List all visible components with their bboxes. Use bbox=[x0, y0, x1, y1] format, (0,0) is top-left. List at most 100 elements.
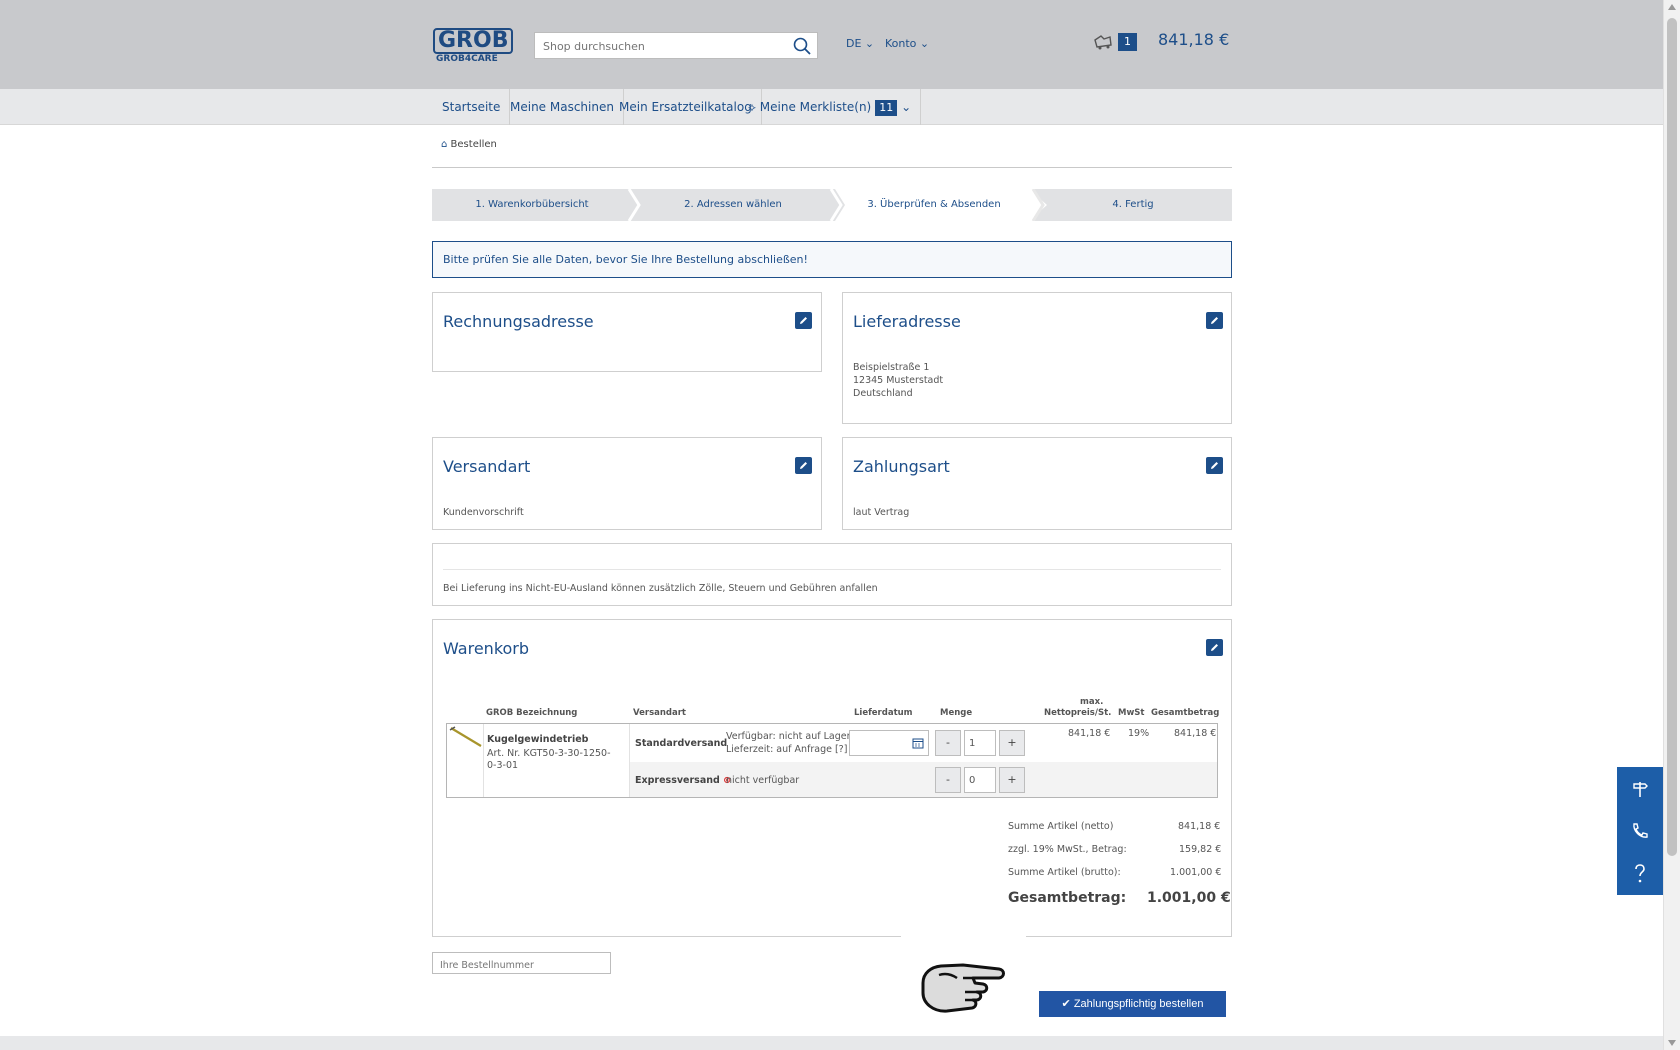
col-header-date: Lieferdatum bbox=[854, 708, 913, 718]
place-order-label: Zahlungspflichtig bestellen bbox=[1073, 998, 1204, 1010]
account-label: Konto bbox=[885, 37, 917, 50]
net-sum-value: 841,18 € bbox=[1178, 821, 1221, 832]
footer-strip bbox=[0, 1036, 1663, 1050]
step-separator bbox=[1029, 189, 1047, 221]
pencil-icon bbox=[800, 317, 807, 324]
customs-note: Bei Lieferung ins Nicht-EU-Ausland könne… bbox=[443, 583, 878, 594]
product-name[interactable]: Kugelgewindetrieb bbox=[487, 734, 588, 745]
shipping-address-title: Lieferadresse bbox=[853, 312, 961, 331]
language-label: DE bbox=[846, 37, 862, 50]
pointing-hand-icon bbox=[921, 963, 1005, 1013]
gross-sum-label: Summe Artikel (brutto): bbox=[1008, 867, 1121, 878]
scroll-down-icon[interactable] bbox=[1668, 1040, 1676, 1046]
address-line: Deutschland bbox=[853, 388, 913, 399]
pencil-icon bbox=[1211, 462, 1218, 469]
qty-input[interactable]: 1 bbox=[964, 730, 996, 756]
check-icon: ✔ bbox=[1061, 998, 1071, 1010]
billing-address-box: Rechnungsadresse bbox=[432, 292, 822, 372]
nav-item-machines[interactable]: Meine Maschinen bbox=[501, 89, 624, 125]
account-dropdown[interactable]: Konto ⌄ bbox=[885, 37, 929, 50]
vat-sum-value: 159,82 € bbox=[1179, 844, 1222, 855]
col-header-name: GROB Bezeichnung bbox=[486, 708, 578, 718]
express-qty-decrease-button[interactable]: - bbox=[935, 767, 961, 793]
availability-text: Verfügbar: nicht auf Lager bbox=[726, 731, 851, 742]
product-thumbnail[interactable] bbox=[449, 726, 483, 748]
express-qty-input[interactable]: 0 bbox=[964, 767, 996, 793]
col-header-vat: MwSt bbox=[1118, 708, 1145, 718]
checkout-steps: 1. Warenkorbübersicht 2. Adressen wählen… bbox=[432, 189, 1232, 221]
divider bbox=[483, 724, 484, 797]
edit-billing-button[interactable] bbox=[795, 312, 812, 329]
delivery-date-input[interactable] bbox=[849, 730, 929, 756]
breadcrumb: ⌂ Bestellen bbox=[441, 139, 497, 150]
grand-total-value: 1.001,00 € bbox=[1147, 890, 1231, 906]
grob-logo[interactable]: GROB GROB4CARE bbox=[433, 28, 514, 64]
logo-text: GROB bbox=[433, 28, 514, 54]
shipping-address-lines: Beispielstraße 1 12345 Musterstadt Deuts… bbox=[853, 361, 943, 400]
nav-item-home[interactable]: Startseite bbox=[433, 89, 511, 125]
pin-icon: ⟡ bbox=[748, 100, 756, 114]
billing-title: Rechnungsadresse bbox=[443, 312, 594, 331]
grand-total-label: Gesamtbetrag: bbox=[1008, 890, 1127, 906]
pencil-icon bbox=[800, 462, 807, 469]
search-input[interactable] bbox=[543, 37, 783, 55]
header: GROB GROB4CARE DE ⌄ Konto ⌄ 1 841,18 € bbox=[0, 0, 1663, 89]
shipping-method-value: Kundenvorschrift bbox=[443, 507, 524, 518]
place-order-button[interactable]: ✔ Zahlungspflichtig bestellen bbox=[1039, 991, 1226, 1017]
language-dropdown[interactable]: DE ⌄ bbox=[846, 37, 874, 50]
unit-price: 841,18 € bbox=[1068, 728, 1111, 739]
order-number-input[interactable] bbox=[433, 955, 610, 976]
search-box bbox=[534, 32, 818, 59]
step-review: 3. Überprüfen & Absenden bbox=[834, 189, 1034, 221]
edit-shipping-address-button[interactable] bbox=[1206, 312, 1223, 329]
cart-title: Warenkorb bbox=[443, 639, 530, 658]
edit-payment-button[interactable] bbox=[1206, 457, 1223, 474]
watchlist-label: Meine Merkliste(n) bbox=[759, 100, 872, 114]
step-separator bbox=[625, 189, 643, 221]
calendar-icon[interactable] bbox=[912, 737, 924, 749]
edit-cart-button[interactable] bbox=[1206, 639, 1223, 656]
side-help-panel bbox=[1617, 767, 1663, 895]
phone-icon[interactable] bbox=[1630, 821, 1650, 841]
payment-value: laut Vertrag bbox=[853, 507, 910, 518]
help-icon[interactable] bbox=[1630, 863, 1650, 885]
payment-title: Zahlungsart bbox=[853, 457, 950, 476]
vat-sum-label: zzgl. 19% MwSt., Betrag: bbox=[1008, 844, 1127, 855]
customs-note-box: Bei Lieferung ins Nicht-EU-Ausland könne… bbox=[432, 543, 1232, 606]
cart-icon[interactable] bbox=[1093, 32, 1113, 52]
home-icon[interactable]: ⌂ bbox=[441, 139, 447, 150]
cart-total[interactable]: 841,18 € bbox=[1158, 30, 1229, 49]
col-header-price: Nettopreis/St. bbox=[1044, 708, 1112, 718]
step-done: 4. Fertig bbox=[1034, 189, 1232, 221]
pencil-icon bbox=[1211, 644, 1218, 651]
qty-decrease-button[interactable]: - bbox=[935, 730, 961, 756]
step-cart-overview[interactable]: 1. Warenkorbübersicht bbox=[432, 189, 632, 221]
pointer-overlay bbox=[901, 935, 1026, 1040]
step-addresses[interactable]: 2. Adressen wählen bbox=[632, 189, 834, 221]
edit-shipping-method-button[interactable] bbox=[795, 457, 812, 474]
main-nav: Startseite Meine Maschinen Mein Ersatzte… bbox=[0, 89, 1663, 125]
col-header-qty: Menge bbox=[940, 708, 973, 718]
payment-box: Zahlungsart laut Vertrag bbox=[842, 437, 1232, 530]
signpost-icon[interactable] bbox=[1630, 779, 1650, 799]
order-number-field bbox=[432, 952, 611, 976]
col-header-total: Gesamtbetrag bbox=[1151, 708, 1220, 718]
divider bbox=[443, 569, 1221, 570]
search-icon[interactable] bbox=[793, 37, 811, 55]
lead-time-text[interactable]: Lieferzeit: auf Anfrage [?] bbox=[726, 744, 847, 755]
address-line: Beispielstraße 1 bbox=[853, 362, 930, 373]
pencil-icon bbox=[1211, 317, 1218, 324]
gross-sum-value: 1.001,00 € bbox=[1170, 867, 1222, 878]
logo-subtext: GROB4CARE bbox=[436, 54, 498, 64]
scrollbar-thumb[interactable] bbox=[1667, 18, 1677, 856]
page-scrollbar[interactable] bbox=[1663, 0, 1680, 1050]
express-availability: nicht verfügbar bbox=[726, 775, 800, 786]
express-qty-increase-button[interactable]: + bbox=[999, 767, 1025, 793]
shipping-method-title: Versandart bbox=[443, 457, 531, 476]
breadcrumb-current: Bestellen bbox=[450, 139, 497, 150]
cart-count-badge[interactable]: 1 bbox=[1118, 33, 1137, 51]
express-label-text: Expressversand bbox=[635, 775, 720, 786]
scroll-up-icon[interactable] bbox=[1668, 4, 1676, 10]
qty-increase-button[interactable]: + bbox=[999, 730, 1025, 756]
nav-item-watchlist[interactable]: ⟡ Meine Merkliste(n) 11 ⌄ bbox=[739, 89, 922, 125]
